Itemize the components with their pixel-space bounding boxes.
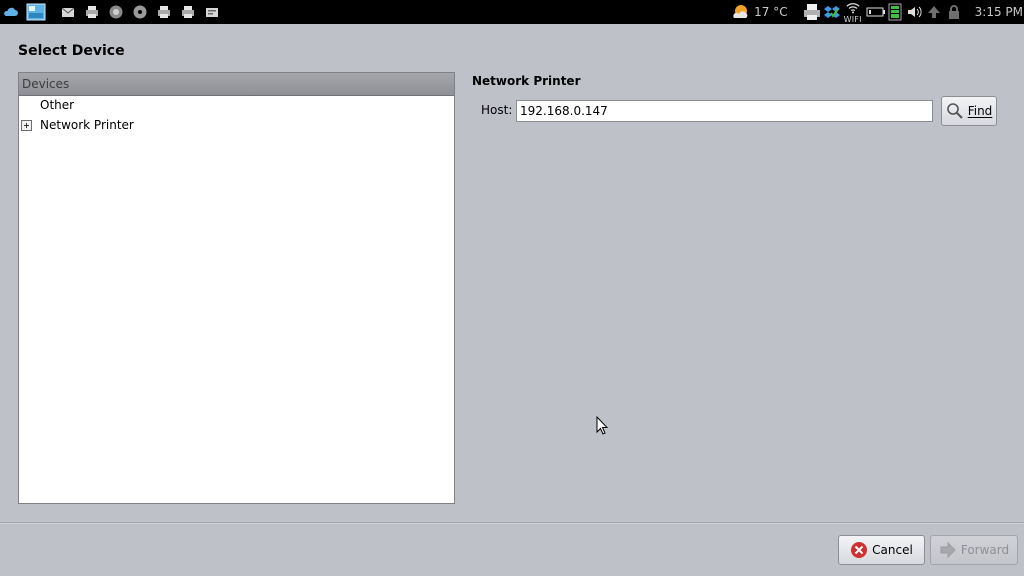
- battery-icon[interactable]: [866, 4, 886, 20]
- desktop-icon[interactable]: [26, 3, 46, 21]
- tree-item-other[interactable]: Other: [40, 95, 74, 115]
- forward-label: Forward: [960, 543, 1010, 557]
- cancel-icon: [850, 541, 868, 559]
- network-printer-heading: Network Printer: [472, 74, 581, 88]
- devices-column-header[interactable]: Devices: [19, 73, 454, 96]
- separator-highlight: [0, 523, 1024, 524]
- volume-icon[interactable]: [906, 4, 922, 20]
- mail-icon[interactable]: [60, 4, 76, 20]
- wifi-icon[interactable]: WIFI: [843, 1, 862, 24]
- find-label: Find: [967, 104, 993, 118]
- arrow-right-icon: [939, 541, 957, 559]
- launcher-icons: [0, 0, 220, 24]
- weather-icon[interactable]: [731, 2, 751, 22]
- cancel-button[interactable]: Cancel: [838, 535, 925, 565]
- find-button[interactable]: Find: [941, 96, 997, 126]
- signal-icon[interactable]: [888, 3, 902, 21]
- disc-icon[interactable]: [132, 4, 148, 20]
- expander-plus-icon[interactable]: [21, 119, 32, 131]
- top-panel: 17 °C WIFI 3:15 PM: [0, 0, 1024, 24]
- weather-temperature[interactable]: 17 °C: [754, 5, 787, 19]
- lock-icon[interactable]: [946, 4, 962, 20]
- printer-icon[interactable]: [84, 4, 100, 20]
- devices-tree-view[interactable]: Devices Other Network Printer: [18, 72, 455, 504]
- firefox-icon[interactable]: [108, 4, 124, 20]
- tree-item-label: Network Printer: [40, 118, 134, 132]
- dialog-title: Select Device: [18, 43, 125, 59]
- update-icon[interactable]: [926, 4, 942, 20]
- host-input[interactable]: [516, 100, 933, 122]
- message-icon[interactable]: [204, 4, 220, 20]
- clock[interactable]: 3:15 PM: [975, 5, 1023, 19]
- mouse-cursor-icon: [596, 415, 609, 436]
- tree-item-network-printer[interactable]: Network Printer: [19, 115, 134, 135]
- wifi-label: WIFI: [843, 15, 862, 24]
- system-tray: 17 °C WIFI 3:15 PM: [731, 0, 1024, 24]
- cloud-icon[interactable]: [3, 4, 19, 20]
- cancel-label: Cancel: [872, 543, 913, 557]
- forward-button[interactable]: Forward: [930, 535, 1018, 565]
- dropbox-icon[interactable]: [823, 4, 840, 20]
- search-icon: [946, 102, 964, 120]
- host-label: Host:: [481, 103, 513, 117]
- printer-icon[interactable]: [180, 4, 196, 20]
- printer-status-icon[interactable]: [802, 2, 822, 22]
- printer-icon[interactable]: [156, 4, 172, 20]
